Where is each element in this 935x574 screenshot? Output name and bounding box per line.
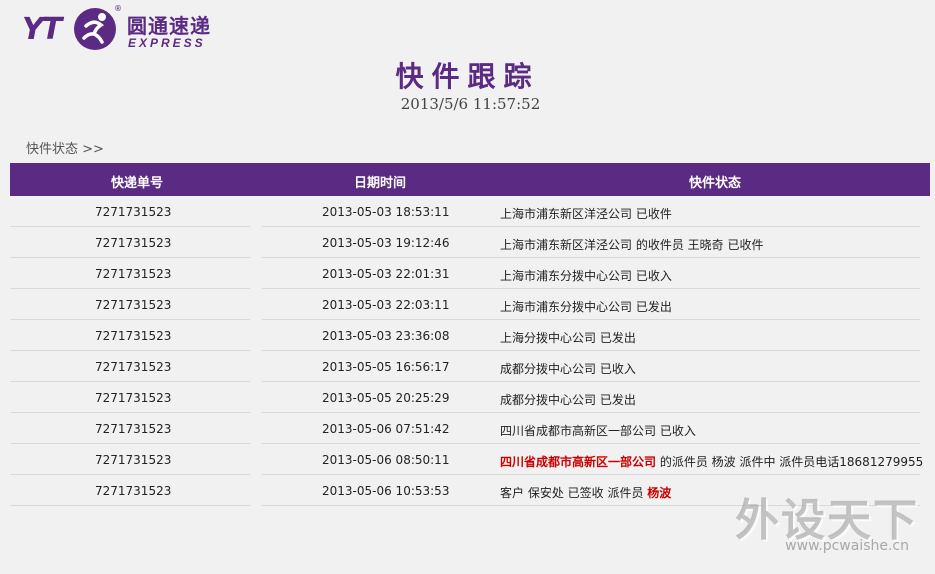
tracking-number: 7271731523 xyxy=(95,298,172,312)
tracking-number: 7271731523 xyxy=(95,453,172,467)
tracking-number: 7271731523 xyxy=(95,391,172,405)
tracking-table-body: 7271731523 2013-05-03 18:53:11 上海市浦东新区洋泾… xyxy=(10,196,930,506)
tracking-number: 7271731523 xyxy=(95,484,172,498)
tracking-number: 7271731523 xyxy=(95,267,172,281)
table-row: 7271731523 2013-05-05 16:56:17 成都分拨中心公司 … xyxy=(10,351,930,382)
watermark-url: www.pcwaishe.cn xyxy=(785,538,909,554)
status-detail: 客户 保安处 已签收 派件员 xyxy=(500,486,648,500)
table-row: 7271731523 2013-05-03 23:36:08 上海分拨中心公司 … xyxy=(10,320,930,351)
event-status: 上海市浦东分拨中心公司 已发出 xyxy=(500,300,672,314)
table-row: 7271731523 2013-05-03 19:12:46 上海市浦东新区洋泾… xyxy=(10,227,930,258)
event-status: 上海市浦东新区洋泾公司 的收件员 王晓奇 已收件 xyxy=(500,238,764,252)
tracking-number: 7271731523 xyxy=(95,236,172,250)
event-time: 2013-05-03 22:03:11 xyxy=(322,298,450,312)
event-status: 成都分拨中心公司 已发出 xyxy=(500,393,636,407)
event-time: 2013-05-06 07:51:42 xyxy=(322,422,450,436)
event-status: 四川省成都市高新区一部公司 已收入 xyxy=(500,424,696,438)
logo-name-en: EXPRESS xyxy=(128,36,206,50)
table-row: 7271731523 2013-05-06 10:53:53 客户 保安处 已签… xyxy=(10,475,930,506)
tracking-number: 7271731523 xyxy=(95,422,172,436)
tracking-number: 7271731523 xyxy=(95,205,172,219)
tracking-number: 7271731523 xyxy=(95,360,172,374)
tracking-number: 7271731523 xyxy=(95,329,172,343)
table-row: 7271731523 2013-05-05 20:25:29 成都分拨中心公司 … xyxy=(10,382,930,413)
runner-logo-icon xyxy=(74,8,116,50)
event-time: 2013-05-03 18:53:11 xyxy=(322,205,450,219)
query-timestamp: 2013/5/6 11:57:52 xyxy=(400,95,541,113)
row-divider xyxy=(262,505,920,506)
logo-name-cn: 圆通速递 xyxy=(127,14,211,38)
event-time: 2013-05-05 16:56:17 xyxy=(322,360,450,374)
status-detail: 的派件员 杨波 派件中 派件员电话18681279955 xyxy=(656,455,924,469)
yto-logo[interactable]: YT ® 圆通速递 EXPRESS xyxy=(22,4,232,54)
event-time: 2013-05-03 22:01:31 xyxy=(322,267,450,281)
page-title: 快件跟踪 xyxy=(395,60,540,93)
registered-mark: ® xyxy=(114,4,122,13)
event-time: 2013-05-06 08:50:11 xyxy=(322,453,450,467)
section-label: 快件状态 >> xyxy=(26,142,104,157)
event-status: 四川省成都市高新区一部公司 的派件员 杨波 派件中 派件员电话186812799… xyxy=(500,453,923,470)
event-status: 上海市浦东分拨中心公司 已收入 xyxy=(500,269,672,283)
header-tracking-number: 快递单号 xyxy=(110,176,163,191)
table-row: 7271731523 2013-05-03 22:01:31 上海市浦东分拨中心… xyxy=(10,258,930,289)
event-status: 上海市浦东新区洋泾公司 已收件 xyxy=(500,207,672,221)
event-time: 2013-05-03 19:12:46 xyxy=(322,236,450,250)
table-row: 7271731523 2013-05-03 18:53:11 上海市浦东新区洋泾… xyxy=(10,196,930,227)
event-time: 2013-05-06 10:53:53 xyxy=(322,484,450,498)
table-row: 7271731523 2013-05-06 08:50:11 四川省成都市高新区… xyxy=(10,444,930,475)
table-row: 7271731523 2013-05-06 07:51:42 四川省成都市高新区… xyxy=(10,413,930,444)
event-time: 2013-05-03 23:36:08 xyxy=(322,329,450,343)
table-row: 7271731523 2013-05-03 22:03:11 上海市浦东分拨中心… xyxy=(10,289,930,320)
highlighted-courier: 杨波 xyxy=(647,486,672,500)
logo-brand-mark: YT xyxy=(22,12,62,47)
highlighted-branch: 四川省成都市高新区一部公司 xyxy=(500,455,657,469)
event-time: 2013-05-05 20:25:29 xyxy=(322,391,450,405)
event-status: 上海分拨中心公司 已发出 xyxy=(500,331,636,345)
tracking-table-header: 快递单号 日期时间 快件状态 xyxy=(10,163,930,196)
event-status: 成都分拨中心公司 已收入 xyxy=(500,362,636,376)
row-divider xyxy=(10,505,250,506)
event-status: 客户 保安处 已签收 派件员 杨波 xyxy=(500,484,671,501)
header-status: 快件状态 xyxy=(688,176,741,191)
header-datetime: 日期时间 xyxy=(353,176,406,191)
